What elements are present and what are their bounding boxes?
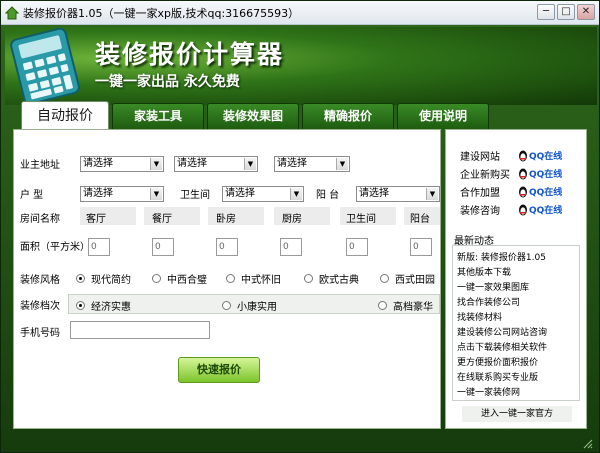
tab-auto-quote[interactable]: 自动报价 [21, 101, 109, 129]
area-kitchen-input[interactable]: 0 [280, 238, 302, 256]
room-living: 客厅 [86, 214, 106, 225]
tab-home-tools[interactable]: 家装工具 [112, 103, 204, 129]
style-chinese-radio[interactable]: 中式怀旧 [226, 271, 281, 286]
contact-purchase: 企业新购买 QQ在线 [460, 166, 562, 181]
contact-franchise: 合作加盟 QQ在线 [460, 184, 562, 199]
news-item[interactable]: 其他版本下载 [457, 265, 511, 278]
quick-quote-button[interactable]: 快速报价 [178, 357, 260, 383]
balcony-label: 阳 台 [316, 190, 340, 201]
chevron-down-icon: ▼ [336, 158, 348, 170]
radio-icon [222, 301, 231, 310]
room-dining: 餐厅 [152, 214, 172, 225]
news-item[interactable]: 更方便报价面积报价 [457, 355, 538, 368]
chevron-down-icon: ▼ [150, 158, 162, 170]
tab-precise-quote[interactable]: 精确报价 [302, 103, 394, 129]
address-label: 业主地址 [20, 160, 60, 171]
city-select[interactable]: 请选择 ▼ [174, 156, 258, 172]
style-modern-radio[interactable]: 现代简约 [76, 271, 131, 286]
room-kitchen: 厨房 [282, 214, 302, 225]
news-item[interactable]: 点击下载装修相关软件 [457, 340, 547, 353]
bathroom-label: 卫生间 [180, 190, 210, 201]
bathroom-select[interactable]: 请选择 ▼ [222, 186, 304, 202]
room-bathroom: 卫生间 [346, 214, 376, 225]
qq-online-button[interactable]: QQ在线 [518, 149, 562, 162]
window-title: 装修报价器1.05（一键一家xp版,技术qq:316675593） [23, 6, 300, 20]
qq-online-button[interactable]: QQ在线 [518, 167, 562, 180]
balcony-select[interactable]: 请选择 ▼ [356, 186, 440, 202]
grade-comfort-radio[interactable]: 小康实用 [222, 298, 277, 313]
house-type-label: 户 型 [20, 190, 44, 201]
radio-checked-icon [76, 274, 85, 283]
chevron-down-icon: ▼ [150, 188, 162, 200]
title-bar[interactable]: 装修报价器1.05（一键一家xp版,技术qq:316675593） ─ □ ✕ [1, 1, 599, 25]
qq-penguin-icon [519, 168, 527, 179]
radio-icon [304, 274, 313, 283]
contact-build-website: 建设网站 QQ在线 [460, 148, 562, 163]
chevron-down-icon: ▼ [426, 188, 438, 200]
area-balcony-input[interactable]: 0 [410, 238, 432, 256]
qq-online-button[interactable]: QQ在线 [518, 203, 562, 216]
style-label: 装修风格 [20, 275, 60, 286]
news-item[interactable]: 新版: 装修报价器1.05 [457, 250, 546, 263]
phone-input[interactable] [70, 321, 210, 339]
news-item[interactable]: 一键一家效果图库 [457, 280, 529, 293]
banner-subtitle: 一键一家出品 永久免费 [95, 74, 240, 90]
maximize-button[interactable]: □ [557, 4, 575, 20]
style-fusion-radio[interactable]: 中西合璧 [152, 271, 207, 286]
tab-renderings[interactable]: 装修效果图 [207, 103, 299, 129]
tab-bar: 自动报价 家装工具 装修效果图 精确报价 使用说明 [21, 101, 489, 129]
close-button[interactable]: ✕ [577, 4, 595, 20]
grade-economy-radio[interactable]: 经济实惠 [76, 298, 131, 313]
phone-label: 手机号码 [20, 328, 60, 339]
news-item[interactable]: 找合作装修公司 [457, 295, 520, 308]
app-window: 装修报价器1.05（一键一家xp版,技术qq:316675593） ─ □ ✕ … [0, 0, 600, 453]
grade-label: 装修档次 [20, 301, 60, 312]
news-item[interactable]: 找装修材料 [457, 310, 502, 323]
house-type-select[interactable]: 请选择 ▼ [80, 186, 164, 202]
grade-luxury-radio[interactable]: 高档豪华 [378, 298, 433, 313]
qq-penguin-icon [519, 150, 527, 161]
room-name-label: 房间名称 [20, 214, 60, 225]
official-site-link[interactable]: 进入一键一家官方 [462, 406, 572, 422]
calculator-icon [10, 27, 80, 105]
area-label: 面积（平方米） [20, 242, 90, 253]
radio-icon [380, 274, 389, 283]
resize-grip-icon[interactable] [583, 439, 593, 449]
style-european-radio[interactable]: 欧式古典 [304, 271, 359, 286]
banner-title: 装修报价计算器 [95, 40, 285, 69]
news-list: 新版: 装修报价器1.05 其他版本下载 一键一家效果图库 找合作装修公司 找装… [452, 245, 580, 401]
sidebar-panel: 建设网站 QQ在线 企业新购买 QQ在线 合作加盟 QQ在线 装修咨询 QQ在线… [445, 129, 587, 429]
chevron-down-icon: ▼ [244, 158, 256, 170]
header-banner: 装修报价计算器 一键一家出品 永久免费 [5, 27, 597, 105]
area-bedroom-input[interactable]: 0 [216, 238, 238, 256]
radio-checked-icon [76, 301, 85, 310]
minimize-button[interactable]: ─ [537, 4, 555, 20]
radio-icon [378, 301, 387, 310]
tab-instructions[interactable]: 使用说明 [397, 103, 489, 129]
area-living-input[interactable]: 0 [88, 238, 110, 256]
area-dining-input[interactable]: 0 [152, 238, 174, 256]
province-select[interactable]: 请选择 ▼ [80, 156, 164, 172]
quote-form-panel: 业主地址 请选择 ▼ 请选择 ▼ 请选择 ▼ 户 型 请选择 ▼ 卫生间 请选择 ▼ 阳 … [13, 129, 441, 429]
chevron-down-icon: ▼ [290, 188, 302, 200]
house-icon [5, 5, 19, 19]
radio-icon [152, 274, 161, 283]
news-item[interactable]: 在线联系购买专业版 [457, 370, 538, 383]
style-pastoral-radio[interactable]: 西式田园 [380, 271, 435, 286]
room-bedroom: 卧房 [216, 214, 236, 225]
news-item[interactable]: 一键一家装修网 [457, 385, 520, 398]
room-balcony: 阳台 [410, 214, 430, 225]
qq-online-button[interactable]: QQ在线 [518, 185, 562, 198]
news-item[interactable]: 建设装修公司网站咨询 [457, 325, 547, 338]
area-bathroom-input[interactable]: 0 [346, 238, 368, 256]
district-select[interactable]: 请选择 ▼ [274, 156, 350, 172]
qq-penguin-icon [519, 186, 527, 197]
contact-consulting: 装修咨询 QQ在线 [460, 202, 562, 217]
radio-icon [226, 274, 235, 283]
status-bar [5, 431, 595, 451]
qq-penguin-icon [519, 204, 527, 215]
window-controls: ─ □ ✕ [537, 4, 595, 20]
